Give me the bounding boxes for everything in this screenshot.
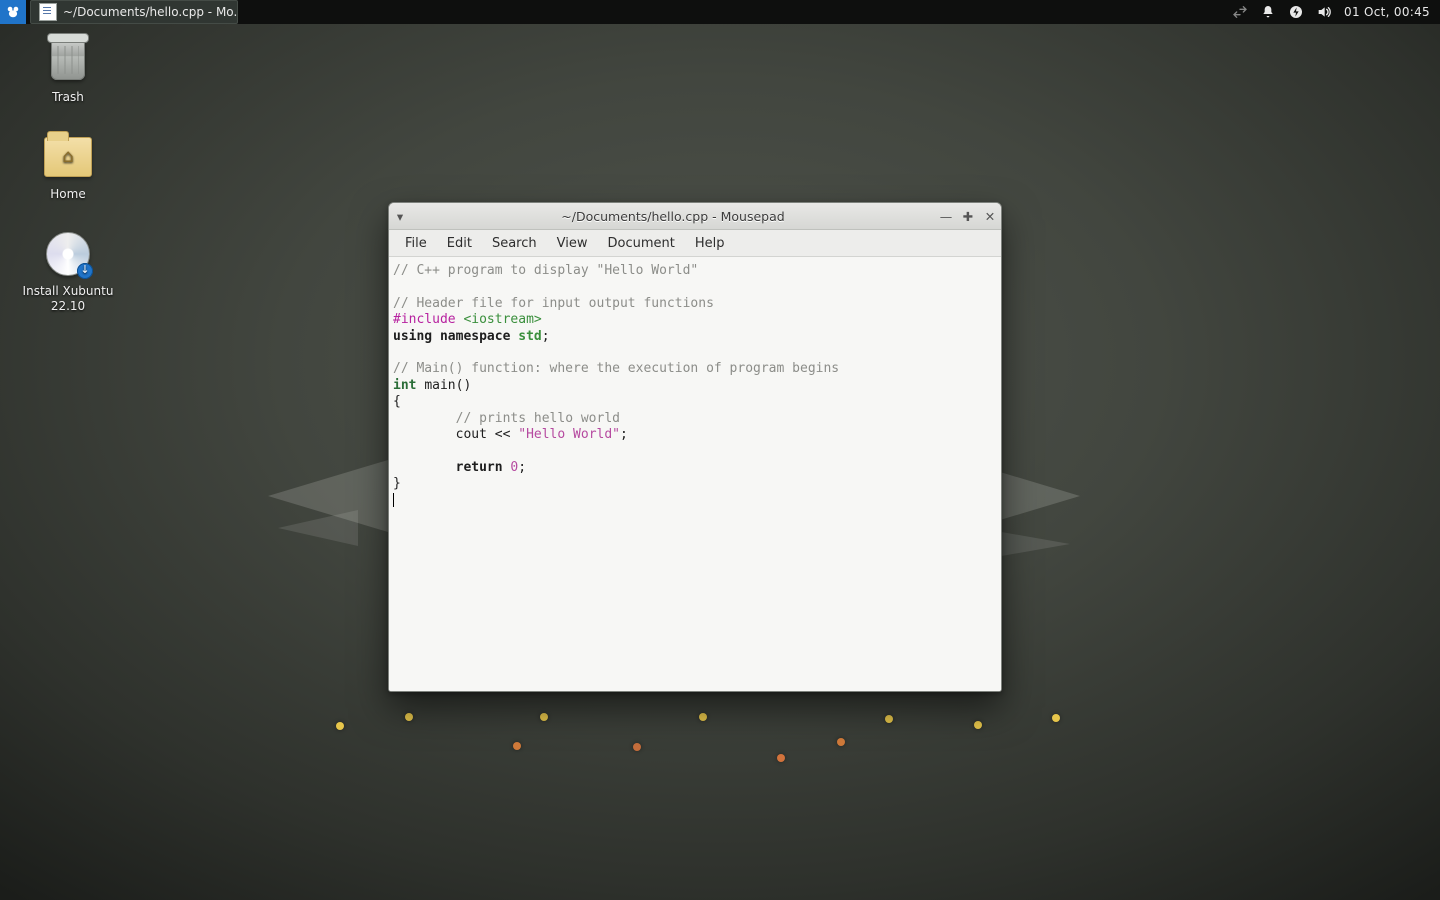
panel-clock[interactable]: 01 Oct, 00:45 xyxy=(1344,5,1430,19)
whisker-menu-button[interactable] xyxy=(0,0,26,24)
desktop-icon-install[interactable]: ↓ Install Xubuntu 22.10 xyxy=(18,230,118,314)
menu-help[interactable]: Help xyxy=(687,233,733,254)
editor-textarea[interactable]: // C++ program to display "Hello World" … xyxy=(389,257,1001,691)
wallpaper-deco xyxy=(278,510,358,546)
wallpaper-deco xyxy=(990,530,1070,558)
menu-search[interactable]: Search xyxy=(484,233,545,254)
taskbar-item-label: ~/Documents/hello.cpp - Mo... xyxy=(63,5,238,19)
menu-view[interactable]: View xyxy=(549,233,596,254)
menu-document[interactable]: Document xyxy=(599,233,682,254)
power-manager-icon[interactable] xyxy=(1288,4,1304,20)
desktop-icon-label: Trash xyxy=(52,90,84,105)
wallpaper-dot xyxy=(633,743,641,751)
top-panel: ~/Documents/hello.cpp - Mo... 01 Oct, 00… xyxy=(0,0,1440,24)
cd-icon: ↓ xyxy=(46,232,90,276)
notifications-icon[interactable] xyxy=(1260,4,1276,20)
desktop-icon-label: Home xyxy=(50,187,85,202)
desktop-icon-home[interactable]: Home xyxy=(18,133,118,202)
wallpaper-dot xyxy=(540,713,548,721)
trash-icon xyxy=(51,40,85,80)
wallpaper-dot xyxy=(974,721,982,729)
desktop-icon-trash[interactable]: Trash xyxy=(18,36,118,105)
window-close-button[interactable]: ✕ xyxy=(979,203,1001,229)
wallpaper-dot xyxy=(1052,714,1060,722)
wallpaper-dot xyxy=(885,715,893,723)
volume-icon[interactable] xyxy=(1316,4,1332,20)
wallpaper-dot xyxy=(336,722,344,730)
text-editor-icon xyxy=(39,3,57,21)
wallpaper-dot xyxy=(405,713,413,721)
menu-edit[interactable]: Edit xyxy=(439,233,480,254)
wallpaper-dot xyxy=(699,713,707,721)
mousepad-window: ▾ ~/Documents/hello.cpp - Mousepad — ✚ ✕… xyxy=(388,202,1002,692)
network-icon[interactable] xyxy=(1232,4,1248,20)
menu-file[interactable]: File xyxy=(397,233,435,254)
system-tray: 01 Oct, 00:45 xyxy=(1222,4,1440,20)
window-minimize-button[interactable]: — xyxy=(935,203,957,229)
download-badge-icon: ↓ xyxy=(80,265,90,275)
desktop-icon-label: Install Xubuntu 22.10 xyxy=(23,284,114,314)
home-folder-icon xyxy=(44,137,92,177)
xfce-mouse-icon xyxy=(6,5,20,19)
text-cursor xyxy=(393,493,394,507)
window-titlebar[interactable]: ▾ ~/Documents/hello.cpp - Mousepad — ✚ ✕ xyxy=(389,203,1001,230)
wallpaper-dot xyxy=(837,738,845,746)
wallpaper-dot xyxy=(777,754,785,762)
window-maximize-button[interactable]: ✚ xyxy=(957,203,979,229)
menubar: File Edit Search View Document Help xyxy=(389,230,1001,257)
window-title: ~/Documents/hello.cpp - Mousepad xyxy=(411,209,935,224)
window-menu-button[interactable]: ▾ xyxy=(389,209,411,224)
desktop-icons: Trash Home ↓ Install Xubuntu 22.10 xyxy=(18,36,118,314)
taskbar-item-mousepad[interactable]: ~/Documents/hello.cpp - Mo... xyxy=(30,0,238,24)
wallpaper-dot xyxy=(513,742,521,750)
